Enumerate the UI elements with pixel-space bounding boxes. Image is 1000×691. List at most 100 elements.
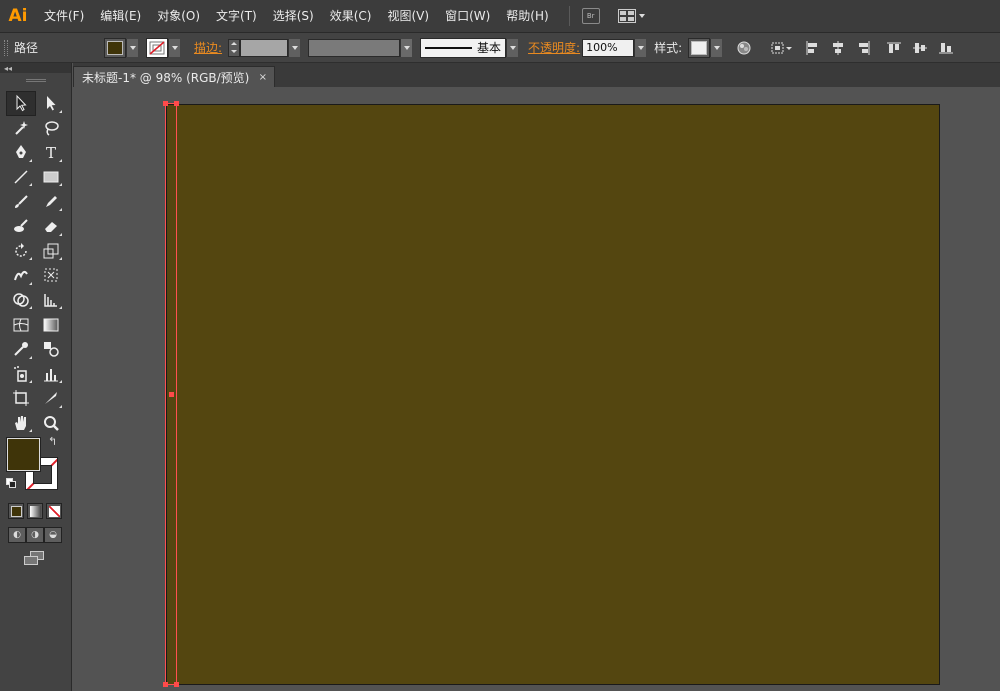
change-screen-mode-icon[interactable] <box>24 551 46 567</box>
stroke-weight-input[interactable] <box>240 38 289 57</box>
menu-edit[interactable]: 编辑(E) <box>92 0 149 33</box>
perspective-grid-icon <box>44 294 57 307</box>
bridge-button[interactable]: Br <box>581 8 600 24</box>
gradient-button[interactable] <box>27 503 43 520</box>
fill-color-swatch[interactable] <box>6 437 41 473</box>
opacity-dropdown[interactable] <box>634 38 647 57</box>
direct-selection-tool[interactable] <box>36 91 66 116</box>
graphic-style-swatch <box>691 40 708 55</box>
menu-effect[interactable]: 效果(C) <box>322 0 380 33</box>
menu-object[interactable]: 对象(O) <box>149 0 208 33</box>
swap-fill-stroke-icon[interactable]: ↰ <box>48 435 57 448</box>
artboard-filled-rectangle[interactable] <box>166 104 940 685</box>
menu-select[interactable]: 选择(S) <box>265 0 322 33</box>
scale-tool[interactable] <box>36 239 66 264</box>
line-segment-tool[interactable] <box>6 165 36 190</box>
tools-panel-grip[interactable] <box>25 79 46 82</box>
draw-inside-icon[interactable]: ◒ <box>44 527 62 544</box>
fill-color-dropdown[interactable] <box>104 37 126 58</box>
fill-dropdown-arrow[interactable] <box>126 38 138 57</box>
type-tool[interactable]: T <box>36 140 66 165</box>
eyedropper-tool[interactable] <box>6 337 36 362</box>
document-tab[interactable]: 未标题-1* @ 98% (RGB/预览) × <box>73 66 275 87</box>
selection-handle-bottom-right[interactable] <box>174 682 179 687</box>
recolor-artwork-icon[interactable] <box>736 40 752 56</box>
align-right-icon[interactable] <box>856 40 872 56</box>
align-horizontal-center-icon[interactable] <box>830 40 846 56</box>
stroke-weight-dropdown[interactable] <box>288 38 301 57</box>
selection-handle-top-left[interactable] <box>163 101 168 106</box>
graphic-style-dropdown[interactable] <box>688 37 711 58</box>
color-mode-buttons <box>8 503 71 520</box>
warp-tool[interactable] <box>6 263 36 288</box>
pen-nib-icon <box>16 145 26 159</box>
graphic-style-dropdown-arrow[interactable] <box>710 38 723 57</box>
workspace-layout-button[interactable] <box>617 9 645 23</box>
document-canvas[interactable] <box>73 87 1000 691</box>
menu-help[interactable]: 帮助(H) <box>498 0 556 33</box>
rotate-icon <box>15 242 27 257</box>
menu-view[interactable]: 视图(V) <box>379 0 437 33</box>
draw-behind-icon[interactable]: ◑ <box>26 527 44 544</box>
menu-window[interactable]: 窗口(W) <box>437 0 498 33</box>
mesh-icon <box>13 318 29 332</box>
rectangle-tool[interactable] <box>36 165 66 190</box>
align-bottom-icon[interactable] <box>938 40 954 56</box>
perspective-grid-tool[interactable] <box>36 288 66 313</box>
gradient-tool[interactable] <box>36 312 66 337</box>
paintbrush-tool[interactable] <box>6 189 36 214</box>
stroke-color-dropdown[interactable] <box>146 37 168 58</box>
brush-definition-field[interactable]: 基本 <box>420 37 507 58</box>
slice-tool[interactable] <box>36 386 66 411</box>
fill-swatch <box>107 40 123 55</box>
free-transform-tool[interactable] <box>36 263 66 288</box>
brush-definition-dropdown[interactable] <box>506 38 519 57</box>
magic-wand-tool[interactable] <box>6 116 36 141</box>
mesh-tool[interactable] <box>6 312 36 337</box>
blend-tool[interactable] <box>36 337 66 362</box>
align-left-icon[interactable] <box>804 40 820 56</box>
symbol-sprayer-tool[interactable] <box>6 362 36 387</box>
selection-tool[interactable] <box>6 91 36 116</box>
shape-builder-tool[interactable] <box>6 288 36 313</box>
app-logo: Ai <box>8 6 28 26</box>
variable-width-dropdown[interactable] <box>400 38 413 57</box>
pen-tool[interactable] <box>6 140 36 165</box>
blob-brush-tool[interactable] <box>6 214 36 239</box>
artboard-tool[interactable] <box>6 386 36 411</box>
menu-file[interactable]: 文件(F) <box>36 0 92 33</box>
stroke-line-preview <box>425 46 473 49</box>
default-fill-stroke-icon[interactable] <box>6 478 16 489</box>
opacity-label-link[interactable]: 不透明度: <box>528 39 580 56</box>
draw-normal-icon[interactable]: ◐ <box>8 527 26 544</box>
svg-text:T: T <box>46 144 56 161</box>
color-button[interactable] <box>8 503 24 520</box>
variable-width-profile[interactable] <box>308 38 401 57</box>
panel-grip[interactable] <box>4 39 8 56</box>
align-top-icon[interactable] <box>886 40 902 56</box>
drawing-mode-buttons: ◐ ◑ ◒ <box>8 527 71 544</box>
align-to-selection-icon[interactable] <box>770 40 794 56</box>
selection-handle-top-right[interactable] <box>174 101 179 106</box>
align-vertical-center-icon[interactable] <box>912 40 928 56</box>
zoom-tool[interactable] <box>36 411 66 436</box>
column-graph-tool[interactable] <box>36 362 66 387</box>
tools-panel-collapse[interactable]: ◂◂ <box>0 63 71 73</box>
stroke-dropdown-arrow[interactable] <box>168 38 180 57</box>
pencil-tool[interactable] <box>36 189 66 214</box>
blob-brush-icon <box>14 219 28 233</box>
none-button[interactable] <box>46 503 62 520</box>
eraser-tool[interactable] <box>36 214 66 239</box>
opacity-input[interactable]: 100% <box>582 38 635 57</box>
stroke-weight-stepper[interactable] <box>228 38 241 57</box>
close-tab-icon[interactable]: × <box>259 72 267 83</box>
document-tab-bar: 未标题-1* @ 98% (RGB/预览) × <box>73 63 1000 87</box>
selection-handle-center[interactable] <box>169 392 174 397</box>
line-segment-icon <box>14 170 28 184</box>
menu-type[interactable]: 文字(T) <box>208 0 265 33</box>
hand-tool[interactable] <box>6 411 36 436</box>
selection-handle-bottom-left[interactable] <box>163 682 168 687</box>
lasso-tool[interactable] <box>36 116 66 141</box>
stroke-label-link[interactable]: 描边: <box>194 39 222 56</box>
rotate-tool[interactable] <box>6 239 36 264</box>
